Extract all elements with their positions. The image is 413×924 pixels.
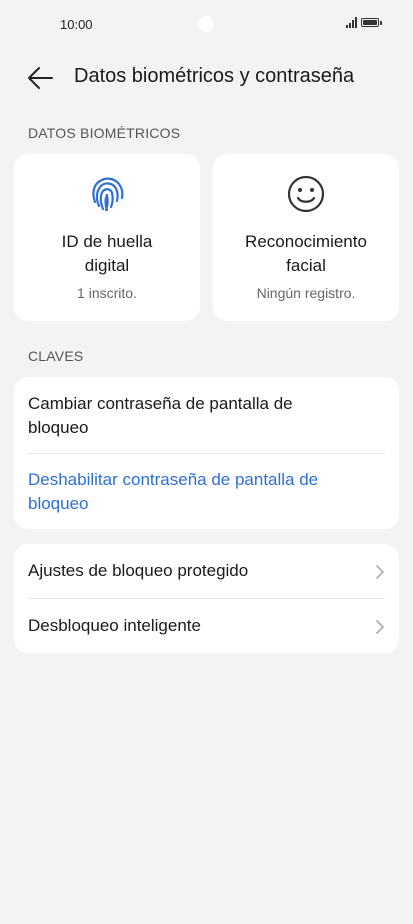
battery-icon [361,18,382,27]
section-label-keys: CLAVES [28,348,84,364]
signal-icon [346,17,357,28]
back-button[interactable] [26,63,58,93]
disable-lock-password-line1: Deshabilitar contraseña de pantalla de [28,470,319,489]
chevron-right-icon [376,620,384,634]
disable-lock-password-line2: bloqueo [28,494,89,513]
section-label-biometrics: DATOS BIOMÉTRICOS [28,125,181,141]
face-recognition-card[interactable]: Reconocimiento facial Ningún registro. [213,154,399,321]
face-icon [287,175,325,213]
divider [28,598,385,599]
keys-card: Cambiar contraseña de pantalla de bloque… [14,377,399,529]
change-lock-password-line2: bloqueo [28,418,89,437]
face-title: Reconocimiento facial [213,230,399,278]
change-lock-password-line1: Cambiar contraseña de pantalla de [28,394,293,413]
disable-lock-password-item[interactable]: Deshabilitar contraseña de pantalla de b… [28,468,385,516]
smart-unlock-item[interactable]: Desbloqueo inteligente [28,614,385,638]
fingerprint-title: ID de huella digital [14,230,200,278]
header: Datos biométricos y contraseña [0,55,413,101]
protected-lock-settings-label: Ajustes de bloqueo protegido [28,561,249,580]
protected-lock-settings-item[interactable]: Ajustes de bloqueo protegido [28,559,385,583]
lock-settings-card: Ajustes de bloqueo protegido Desbloqueo … [14,544,399,653]
change-lock-password-item[interactable]: Cambiar contraseña de pantalla de bloque… [28,392,385,440]
fingerprint-status: 1 inscrito. [77,285,137,301]
fingerprint-icon [92,177,124,212]
divider [28,453,385,454]
face-status: Ningún registro. [256,285,356,301]
camera-cutout [198,16,214,32]
status-bar: 10:00 [0,0,413,50]
status-icons [346,17,382,28]
fingerprint-title-line2: digital [84,256,130,275]
chevron-right-icon [376,565,384,579]
fingerprint-title-line1: ID de huella [61,232,153,251]
back-arrow-icon [28,67,53,89]
status-time: 10:00 [60,17,93,32]
face-title-line2: facial [286,256,326,275]
fingerprint-card[interactable]: ID de huella digital 1 inscrito. [14,154,200,321]
smart-unlock-label: Desbloqueo inteligente [28,616,201,635]
page-title: Datos biométricos y contraseña [74,65,355,87]
face-title-line1: Reconocimiento [245,232,367,251]
